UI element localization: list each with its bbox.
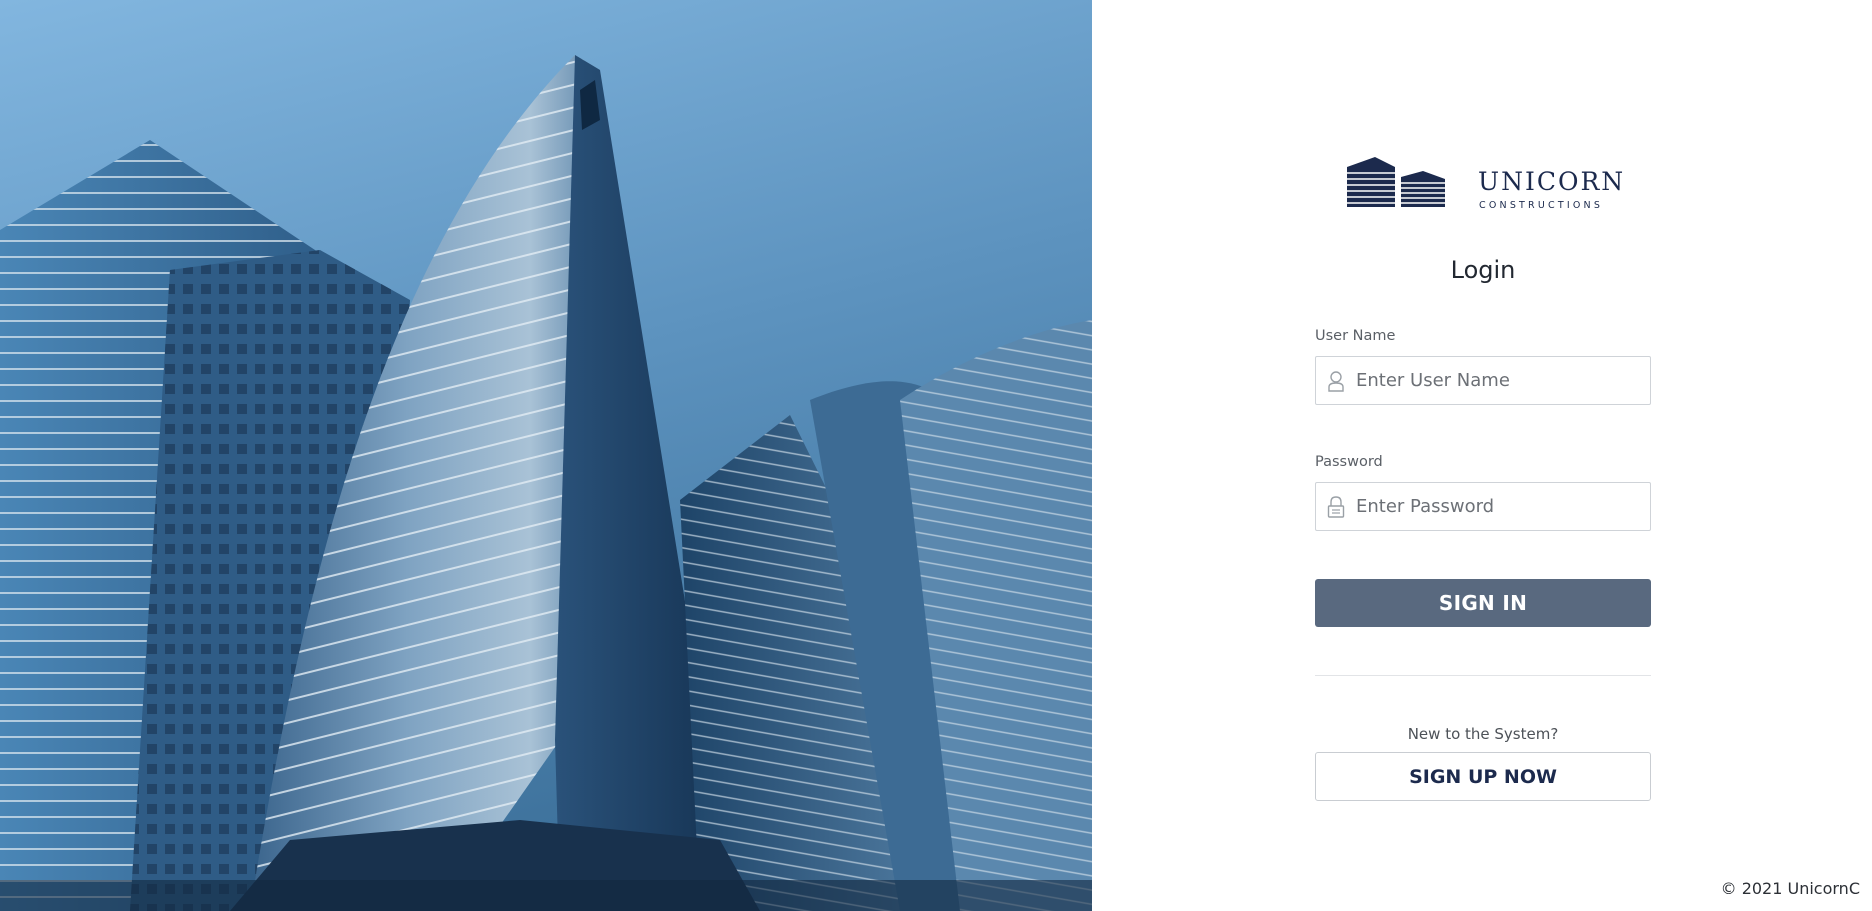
lock-icon: [1326, 496, 1346, 518]
brand-name: UNICORN: [1478, 167, 1626, 196]
login-panel: UNICORN CONSTRUCTIONS Login User Name Pa…: [1092, 0, 1872, 911]
password-label: Password: [1315, 454, 1383, 470]
new-user-prompt: New to the System?: [1407, 725, 1559, 743]
username-field[interactable]: [1315, 356, 1651, 405]
login-page: UNICORN CONSTRUCTIONS Login User Name Pa…: [0, 0, 1872, 911]
user-icon: [1326, 370, 1346, 392]
username-label: User Name: [1315, 328, 1396, 344]
page-title: Login: [1450, 256, 1516, 284]
brand-logo: UNICORN CONSTRUCTIONS: [1347, 155, 1627, 215]
copyright-text: © 2021 UnicornC: [1720, 879, 1860, 898]
password-field[interactable]: [1315, 482, 1651, 531]
sign-up-button[interactable]: SIGN UP NOW: [1315, 752, 1651, 801]
sign-in-button[interactable]: SIGN IN: [1315, 579, 1651, 627]
brand-tagline: CONSTRUCTIONS: [1479, 200, 1604, 211]
hero-image: [0, 0, 1092, 911]
username-input[interactable]: [1356, 357, 1641, 404]
password-input[interactable]: [1356, 483, 1641, 530]
buildings-logo-icon: [1347, 157, 1445, 207]
office-towers-illustration: [0, 0, 1092, 911]
divider: [1315, 675, 1651, 676]
